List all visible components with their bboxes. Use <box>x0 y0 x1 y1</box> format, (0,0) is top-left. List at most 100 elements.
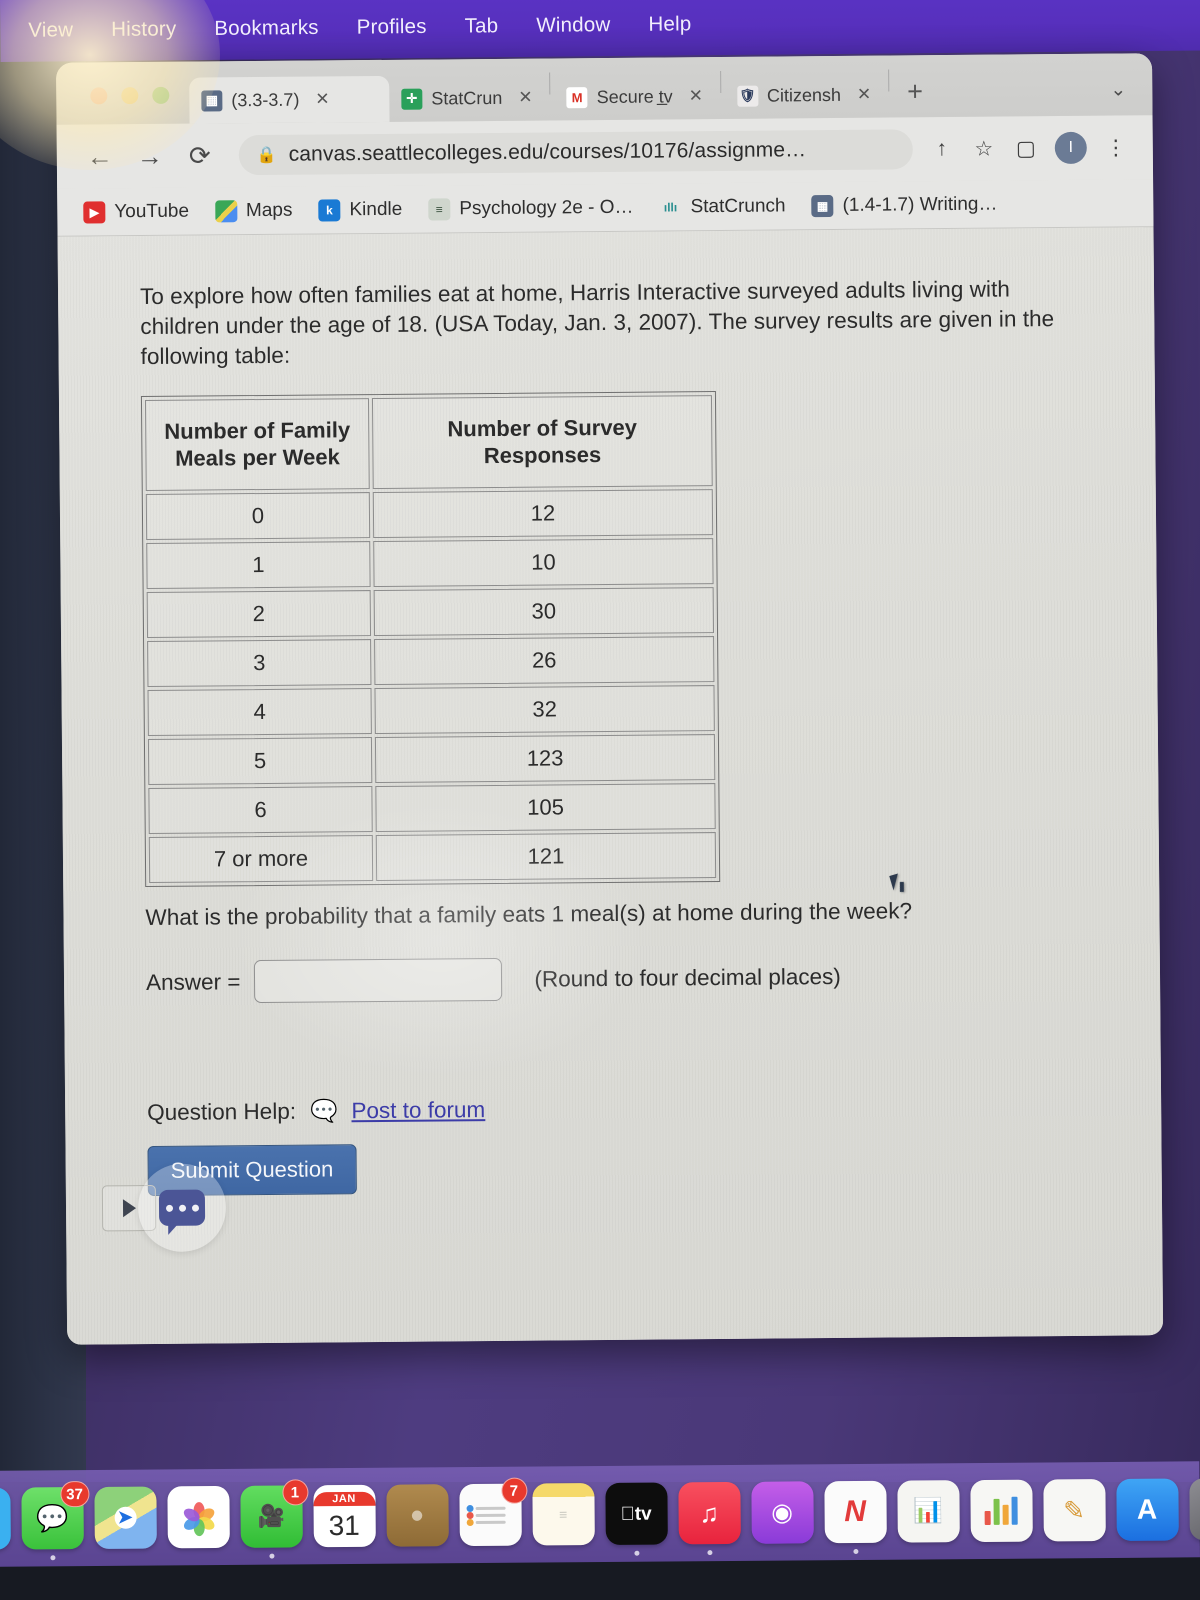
statcrunch-icon: ıllı <box>659 195 682 219</box>
close-tab-icon[interactable]: ✕ <box>686 86 706 106</box>
new-tab-button[interactable]: + <box>893 76 937 117</box>
dock-item-numbers[interactable] <box>969 1479 1033 1543</box>
menu-item-window[interactable]: Window <box>536 13 610 38</box>
dock-item-keynote[interactable]: 📊 <box>896 1480 960 1543</box>
reload-button[interactable]: ⟳ <box>183 140 217 170</box>
back-button[interactable]: ← <box>83 141 117 171</box>
bookmark-writing[interactable]: ▦ (1.4-1.7) Writing… <box>811 193 998 217</box>
table-row: 7 or more 121 <box>148 832 717 884</box>
cell-responses: 123 <box>374 734 716 784</box>
dock-item-messages[interactable]: 💬 37 <box>20 1481 90 1561</box>
reminders-icon <box>475 1506 506 1524</box>
calendar-month-label: JAN <box>312 1491 376 1507</box>
answer-input[interactable] <box>254 958 503 1004</box>
kindle-icon: k <box>318 198 341 221</box>
google-maps-icon <box>214 199 238 222</box>
menu-item-bookmarks[interactable]: Bookmarks <box>214 16 319 41</box>
tab-divider <box>887 69 890 92</box>
dock-item-calendar[interactable]: JAN 31 <box>312 1484 376 1548</box>
chrome-browser-window: ▦ (3.3-3.7) ✕ ✛ StatCrun ✕ M Secure t̲v … <box>56 53 1164 1345</box>
bookmark-statcrunch[interactable]: ıllı StatCrunch <box>659 194 786 219</box>
address-bar[interactable]: 🔒 canvas.seattlecolleges.edu/courses/101… <box>238 129 913 176</box>
chat-launcher-button[interactable] <box>137 1163 227 1253</box>
cell-meals: 6 <box>148 786 373 835</box>
table-row: 2 30 <box>146 587 715 639</box>
bookmark-label: StatCrunch <box>690 194 786 217</box>
music-note-icon: ♫ <box>699 1498 719 1529</box>
bubble-dot <box>191 1204 199 1212</box>
bookmark-youtube[interactable]: ▶ YouTube <box>83 200 189 224</box>
chevron-down-icon[interactable]: ⌄ <box>1110 78 1152 115</box>
cell-meals: 0 <box>145 492 371 541</box>
dock-item-pages[interactable]: ✎ <box>1042 1479 1106 1542</box>
close-tab-icon[interactable]: ✕ <box>312 89 332 109</box>
photos-icon <box>181 1500 217 1537</box>
dock-item-contacts[interactable]: ● <box>385 1484 449 1547</box>
shield-icon: 🛡 <box>736 85 759 107</box>
table-row: 6 105 <box>148 783 716 835</box>
bookmark-star-icon[interactable]: ☆ <box>971 136 997 161</box>
bookmark-psychology[interactable]: ≡ Psychology 2e - O… <box>428 196 634 221</box>
window-traffic-lights[interactable] <box>72 86 189 125</box>
forward-button[interactable]: → <box>133 141 167 171</box>
podcasts-icon: ◉ <box>771 1497 794 1527</box>
dock-item-podcasts[interactable]: ◉ <box>750 1481 814 1544</box>
question-help-row: Question Help: 💬 Post to forum <box>147 1092 1101 1126</box>
running-indicator <box>268 1553 274 1559</box>
cell-responses: 12 <box>372 489 714 539</box>
browser-tab-strip: ▦ (3.3-3.7) ✕ ✛ StatCrun ✕ M Secure t̲v … <box>56 53 1153 125</box>
dock-item-reminders[interactable]: 7 <box>458 1477 528 1547</box>
cell-meals: 7 or more <box>148 835 374 884</box>
maps-icon: ➤ <box>114 1506 137 1529</box>
cell-responses: 26 <box>374 636 715 686</box>
answer-row: Answer = (Round to four decimal places) <box>146 953 1100 1004</box>
running-indicator <box>633 1550 639 1556</box>
dock-item-facetime[interactable]: 🎥 1 <box>239 1479 309 1559</box>
post-to-forum-link[interactable]: Post to forum <box>351 1097 485 1124</box>
browser-tab-statcrunch[interactable]: ✛ StatCrun ✕ <box>389 75 546 122</box>
facetime-badge: 1 <box>281 1479 309 1506</box>
support-chat-widget[interactable] <box>101 1163 227 1253</box>
browser-tab-gmail[interactable]: M Secure t̲v ✕ <box>554 73 716 120</box>
dock-item-news[interactable]: N <box>823 1480 887 1555</box>
numbers-icon <box>984 1496 1018 1525</box>
dock-item-photos[interactable] <box>166 1485 230 1549</box>
close-window-button[interactable] <box>90 87 108 105</box>
menu-item-tab[interactable]: Tab <box>465 14 499 38</box>
close-tab-icon[interactable]: ✕ <box>854 85 874 105</box>
cell-meals: 1 <box>146 541 371 590</box>
menu-item-history[interactable]: History <box>111 17 176 42</box>
profile-avatar[interactable]: I <box>1054 131 1087 165</box>
url-text: canvas.seattlecolleges.edu/courses/10176… <box>288 138 807 166</box>
survey-results-table: Number of Family Meals per Week Number o… <box>140 390 721 888</box>
close-tab-icon[interactable]: ✕ <box>515 88 535 108</box>
minimize-window-button[interactable] <box>121 87 139 105</box>
share-icon[interactable]: ↑ <box>929 137 955 161</box>
menu-item-view[interactable]: View <box>28 18 73 42</box>
bookmark-kindle[interactable]: k Kindle <box>318 198 402 221</box>
bookmark-maps[interactable]: Maps <box>214 199 293 222</box>
browser-tab-canvas[interactable]: ▦ (3.3-3.7) ✕ <box>189 75 390 124</box>
table-row: 1 10 <box>146 538 714 590</box>
reminders-badge: 7 <box>500 1477 528 1504</box>
overflow-menu-icon[interactable]: ⋮ <box>1103 135 1129 160</box>
cell-meals: 2 <box>146 590 372 639</box>
browser-tab-citizenship[interactable]: 🛡 Citizensh ✕ <box>725 72 885 119</box>
lock-icon: 🔒 <box>256 146 277 165</box>
dock-item-apple-tv[interactable]: tv <box>604 1482 668 1556</box>
side-panel-icon[interactable]: ▢ <box>1013 136 1039 161</box>
menu-item-profiles[interactable]: Profiles <box>357 15 427 40</box>
dock-item-system-settings[interactable]: ⚙ <box>1188 1477 1200 1541</box>
bookmark-label: Kindle <box>349 198 403 220</box>
maximize-window-button[interactable] <box>152 86 170 104</box>
table-row: 4 32 <box>147 685 715 737</box>
apple-tv-icon: tv <box>620 1503 651 1525</box>
dock-item-music[interactable]: ♫ <box>677 1481 741 1556</box>
dock-item-app-store[interactable]: A <box>1115 1478 1179 1541</box>
menu-item-help[interactable]: Help <box>648 12 691 36</box>
dock-item-notes[interactable]: ≡ <box>531 1483 595 1546</box>
gmail-icon: M <box>566 86 588 108</box>
column-header-responses: Number of Survey Responses <box>371 394 713 490</box>
dock-item-maps[interactable]: ➤ <box>93 1486 157 1549</box>
dock-item-safari[interactable]: ✧ <box>0 1487 11 1551</box>
